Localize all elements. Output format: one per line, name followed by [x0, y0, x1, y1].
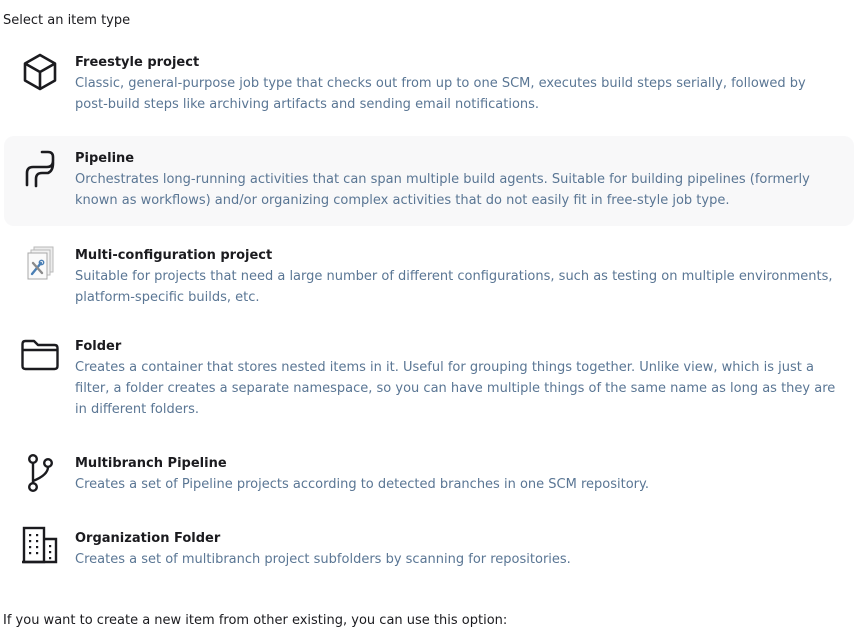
- item-multi-configuration-project[interactable]: Multi-configuration project Suitable for…: [4, 233, 854, 313]
- item-freestyle-project[interactable]: Freestyle project Classic, general-purpo…: [4, 40, 854, 126]
- section-title: Select an item type: [3, 13, 131, 28]
- item-description: Suitable for projects that need a large …: [75, 269, 833, 305]
- item-description: Creates a container that stores nested i…: [75, 360, 836, 417]
- folder-icon: [20, 335, 60, 375]
- item-label: Multi-configuration project: [75, 248, 273, 263]
- item-label: Multibranch Pipeline: [75, 456, 227, 471]
- item-description: Creates a set of multibranch project sub…: [75, 552, 571, 567]
- item-multibranch-pipeline[interactable]: Multibranch Pipeline Creates a set of Pi…: [4, 441, 854, 505]
- git-branch-icon: [20, 453, 60, 493]
- item-description: Orchestrates long-running activities tha…: [75, 172, 810, 208]
- multi-config-icon: [20, 244, 60, 284]
- item-label: Pipeline: [75, 151, 135, 166]
- building-icon: [20, 525, 60, 565]
- item-organization-folder[interactable]: Organization Folder Creates a set of mul…: [4, 516, 854, 580]
- item-folder[interactable]: Folder Creates a container that stores n…: [4, 324, 854, 428]
- copy-from-existing-hint: If you want to create a new item from ot…: [3, 613, 508, 628]
- pipeline-icon: [20, 149, 60, 189]
- item-label: Freestyle project: [75, 55, 200, 70]
- item-label: Organization Folder: [75, 531, 221, 546]
- item-description: Classic, general-purpose job type that c…: [75, 76, 806, 112]
- item-pipeline[interactable]: Pipeline Orchestrates long-running activ…: [4, 136, 854, 226]
- item-description: Creates a set of Pipeline projects accor…: [75, 477, 649, 492]
- cube-icon: [20, 52, 60, 92]
- item-label: Folder: [75, 339, 122, 354]
